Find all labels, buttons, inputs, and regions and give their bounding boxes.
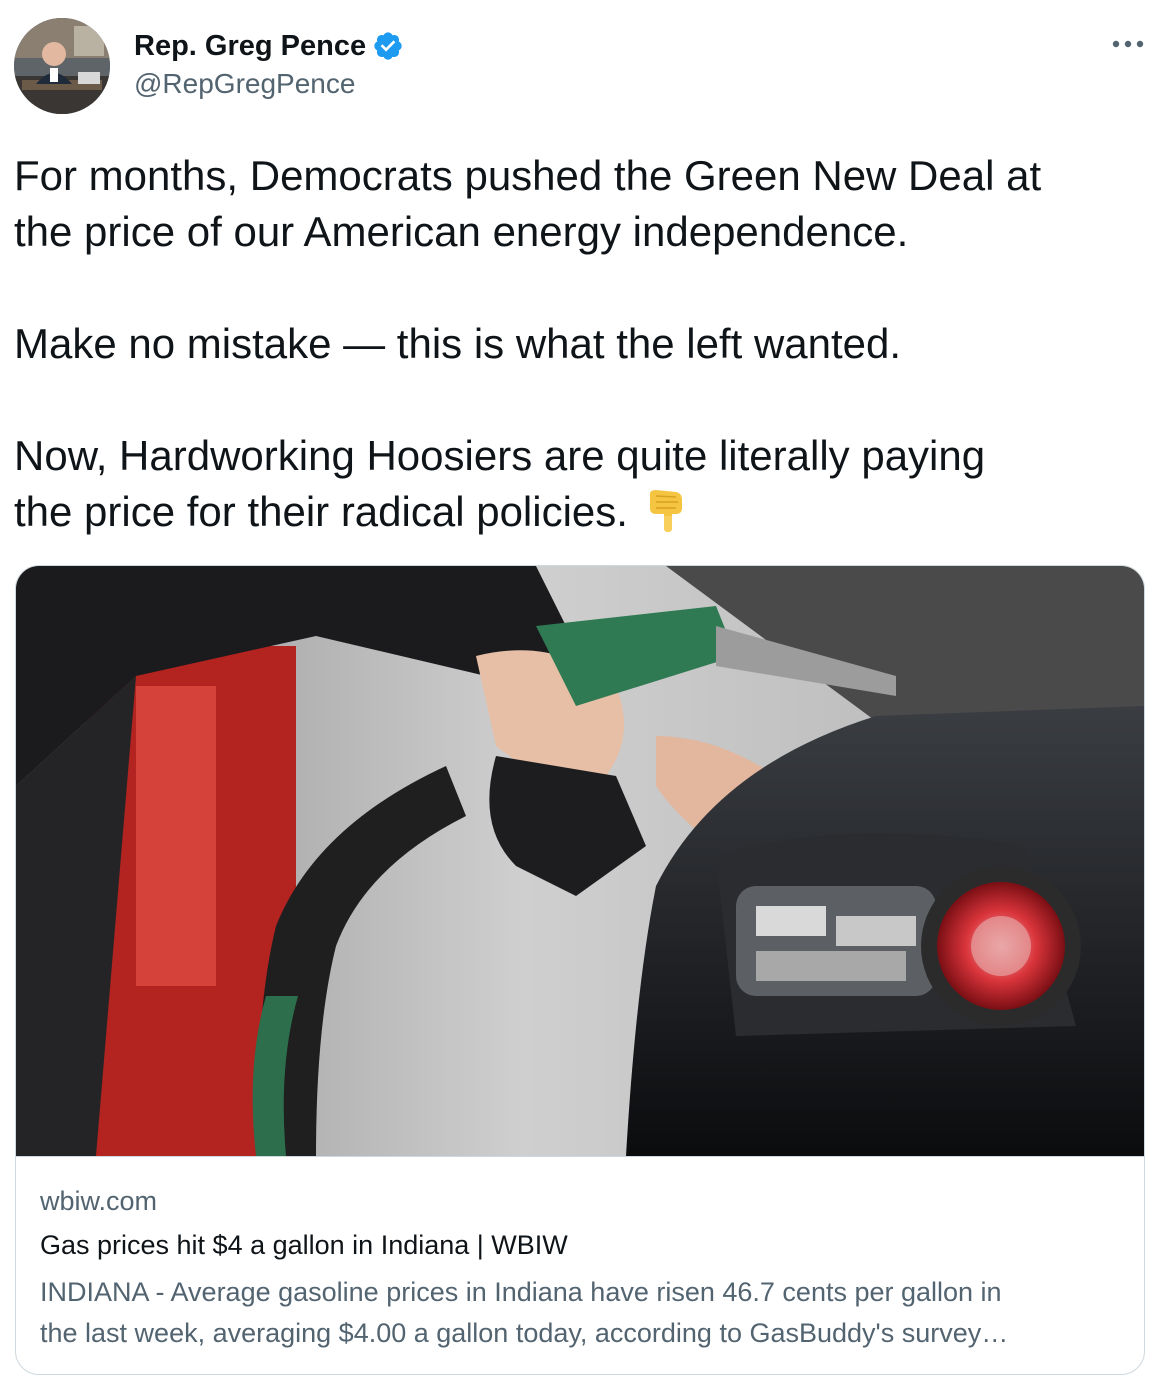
tweet-line: Now, Hardworking Hoosiers are quite lite… xyxy=(14,432,986,479)
tweet-line: the price of our American energy indepen… xyxy=(14,208,909,255)
avatar-photo-icon xyxy=(14,18,110,114)
author-handle[interactable]: @RepGregPence xyxy=(134,68,355,100)
verified-badge-icon xyxy=(372,30,404,62)
avatar[interactable] xyxy=(14,18,110,114)
gas-pump-photo-icon[interactable] xyxy=(16,566,1144,1157)
card-title: Gas prices hit $4 a gallon in Indiana | … xyxy=(40,1230,568,1260)
tweet-line: the price for their radical policies. xyxy=(14,488,628,535)
tweet-line: For months, Democrats pushed the Green N… xyxy=(14,152,1042,199)
tweet-text: For months, Democrats pushed the Green N… xyxy=(14,148,1154,540)
tweet-line-with-emoji: the price for their radical policies. xyxy=(14,484,1154,540)
more-options-button[interactable] xyxy=(1108,30,1148,58)
card-description-line: INDIANA - Average gasoline prices in Ind… xyxy=(40,1277,1002,1307)
author-name-row[interactable]: Rep. Greg Pence xyxy=(134,28,404,64)
more-horizontal-icon xyxy=(1112,40,1144,48)
backhand-index-pointing-down-icon xyxy=(642,486,690,534)
tweet-line: Make no mistake — this is what the left … xyxy=(14,320,902,367)
author-display-name[interactable]: Rep. Greg Pence xyxy=(134,30,366,63)
card-description-line: the last week, averaging $4.00 a gallon … xyxy=(40,1318,1009,1348)
card-domain: wbiw.com xyxy=(40,1186,158,1216)
tweet: Rep. Greg Pence @RepGregPence For months… xyxy=(0,0,1168,1400)
card-description: INDIANA - Average gasoline prices in Ind… xyxy=(40,1272,1120,1354)
link-preview-card[interactable]: wbiw.com Gas prices hit $4 a gallon in I… xyxy=(15,565,1145,1375)
